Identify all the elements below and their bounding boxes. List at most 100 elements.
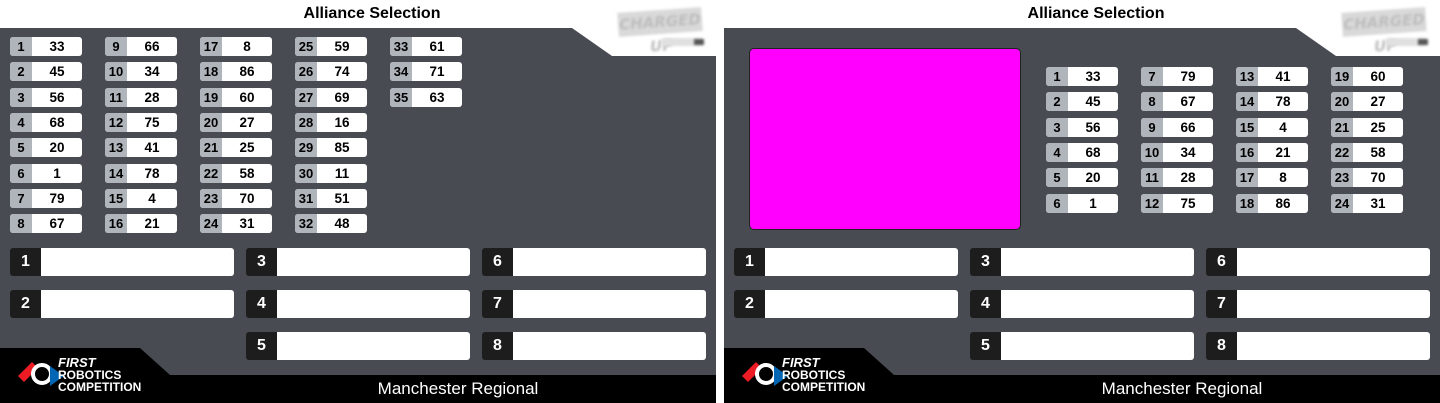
seed-team-number: 4 — [1279, 119, 1287, 135]
alliance-row: 8 — [482, 332, 706, 360]
page-title: Alliance Selection — [303, 5, 441, 22]
alliance-teams-slot — [277, 290, 470, 318]
seed-rank: 13 — [105, 138, 127, 158]
seed-team-number: 67 — [49, 216, 65, 232]
alliance-teams-slot — [1001, 332, 1194, 360]
seed-entry: 26 74 — [295, 62, 367, 82]
seed-team-number: 75 — [1180, 195, 1196, 211]
seed-rank: 17 — [1236, 168, 1258, 188]
alliance-number: 2 — [10, 290, 41, 318]
seed-entry: 21 25 — [1331, 117, 1403, 137]
seed-rank: 5 — [1046, 168, 1068, 188]
alliance-number: 7 — [1206, 290, 1237, 318]
alliance-number: 8 — [482, 332, 513, 360]
seed-team-number: 69 — [334, 89, 350, 105]
seed-entry: 10 34 — [1141, 142, 1213, 162]
seed-team-number: 41 — [1275, 69, 1291, 84]
alliance-display-right: Alliance Selection CHARGED UP 1332453564… — [724, 0, 1440, 403]
seed-entry: 18 86 — [200, 62, 272, 82]
seed-rank: 19 — [1331, 67, 1353, 86]
seed-team-number: 60 — [239, 89, 255, 105]
seed-entry: 18 86 — [1236, 193, 1308, 213]
seed-team-number: 8 — [1279, 170, 1287, 186]
seed-rank: 29 — [295, 138, 317, 158]
seed-rank: 1 — [1046, 67, 1068, 86]
seed-entry: 27 69 — [295, 87, 367, 107]
seed-team-number: 56 — [49, 89, 65, 105]
seed-rank: 10 — [105, 62, 127, 82]
seed-team-number: 1 — [1089, 195, 1097, 211]
seed-team-number: 78 — [1275, 94, 1291, 110]
alliance-teams-slot — [277, 332, 470, 360]
alliance-row: 4 — [970, 290, 1194, 318]
seed-rank: 15 — [105, 188, 127, 208]
seed-entry: 3 56 — [10, 87, 82, 107]
seed-rank: 11 — [1141, 168, 1163, 188]
seed-entry: 4 68 — [1046, 142, 1118, 162]
alliance-number: 2 — [734, 290, 765, 318]
seed-rank: 8 — [10, 214, 32, 234]
seed-rank: 9 — [105, 37, 127, 56]
seed-team-number: 86 — [1275, 195, 1291, 211]
seed-team-number: 70 — [1370, 170, 1386, 186]
alliance-number: 4 — [246, 290, 277, 318]
seed-team-number: 25 — [1370, 119, 1386, 135]
alliance-row: 6 — [1206, 248, 1430, 276]
seed-rank: 33 — [390, 37, 412, 56]
seed-rank: 24 — [1331, 193, 1353, 213]
seed-team-number: 56 — [1085, 119, 1101, 135]
seed-team-number: 86 — [239, 64, 255, 80]
seed-team-number: 27 — [239, 114, 255, 130]
seed-team-number: 60 — [1370, 69, 1386, 84]
seed-entry: 28 16 — [295, 112, 367, 132]
event-name: Manchester Regional — [1101, 379, 1263, 398]
seed-entry: 11 28 — [105, 87, 177, 107]
seed-entry: 35 63 — [390, 87, 462, 107]
seed-rank: 2 — [1046, 92, 1068, 112]
seed-rank: 11 — [105, 87, 127, 107]
alliance-row: 6 — [482, 248, 706, 276]
seed-entry: 15 4 — [105, 188, 177, 208]
seed-team-number: 21 — [1275, 144, 1291, 160]
seed-team-number: 41 — [144, 140, 160, 156]
seed-entry: 61 — [1046, 193, 1118, 213]
seed-team-number: 1 — [53, 165, 61, 181]
seed-rank: 20 — [200, 112, 222, 132]
seed-team-number: 85 — [334, 140, 350, 156]
seed-team-number: 68 — [1085, 144, 1101, 160]
seed-rank: 6 — [10, 163, 32, 183]
seed-entry: 19 60 — [1331, 67, 1403, 86]
seed-team-number: 34 — [1180, 144, 1196, 160]
alliance-teams-slot — [1237, 332, 1430, 360]
alliance-number: 4 — [970, 290, 1001, 318]
seed-rank: 5 — [10, 138, 32, 158]
seed-team-number: 68 — [49, 114, 65, 130]
alliance-number: 6 — [482, 248, 513, 276]
seed-entry: 61 — [10, 163, 82, 183]
seed-team-number: 20 — [49, 140, 65, 156]
alliance-row: 8 — [1206, 332, 1430, 360]
seed-rank: 13 — [1236, 67, 1258, 86]
alliance-number: 1 — [734, 248, 765, 276]
seed-team-number: 31 — [1370, 195, 1386, 211]
seed-entry: 8 67 — [10, 214, 82, 234]
alliance-teams-slot — [41, 248, 234, 276]
seed-team-number: 74 — [334, 64, 350, 80]
seed-team-number: 8 — [243, 39, 251, 54]
seed-entry: 2 45 — [1046, 92, 1118, 112]
seed-entry: 34 71 — [390, 62, 462, 82]
alliance-teams-slot — [41, 290, 234, 318]
seed-team-number: 45 — [49, 64, 65, 80]
seed-entry: 16 21 — [1236, 142, 1308, 162]
alliance-number: 3 — [970, 248, 1001, 276]
alliance-teams-slot — [765, 290, 958, 318]
seed-entry: 20 27 — [200, 112, 272, 132]
seed-rank: 22 — [200, 163, 222, 183]
seed-rank: 21 — [1331, 117, 1353, 137]
first-line3: COMPETITION — [782, 380, 866, 394]
alliance-number: 7 — [482, 290, 513, 318]
seed-rank: 26 — [295, 62, 317, 82]
seed-entry: 16 21 — [105, 214, 177, 234]
seed-entry: 24 31 — [1331, 193, 1403, 213]
seed-rank: 2 — [10, 62, 32, 82]
